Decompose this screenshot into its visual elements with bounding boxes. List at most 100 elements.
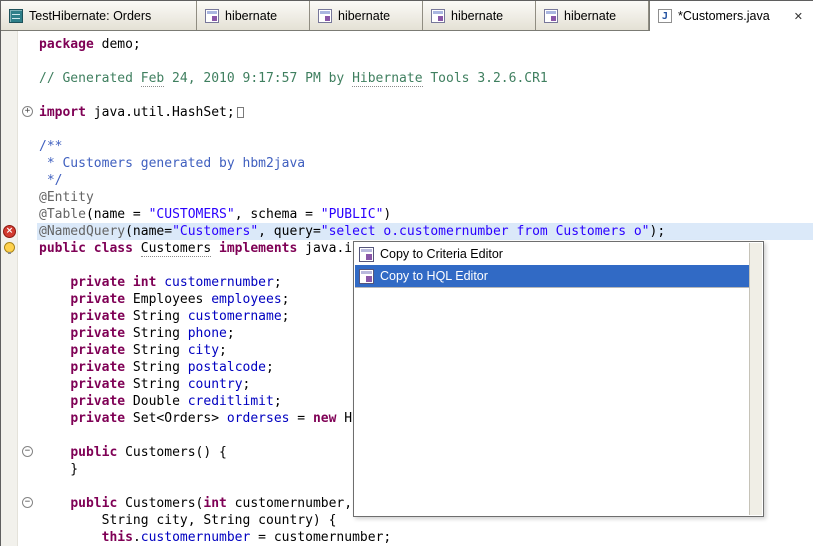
- code-segment: [39, 275, 70, 290]
- editor-tab-bar: TestHibernate: Orders hibernate hibernat…: [1, 0, 813, 31]
- code-line[interactable]: import java.util.HashSet;: [37, 104, 813, 121]
- tab-hibernate-4[interactable]: hibernate: [536, 1, 649, 30]
- code-segment: private: [70, 292, 125, 307]
- fold-collapsed-marker[interactable]: +: [22, 106, 33, 117]
- code-segment: @NamedQuery: [39, 224, 125, 239]
- code-segment: public class: [39, 241, 141, 256]
- code-segment: [39, 394, 70, 409]
- code-segment: (name =: [86, 207, 149, 222]
- code-line[interactable]: /**: [37, 138, 813, 155]
- code-segment: [39, 445, 70, 460]
- code-line[interactable]: * Customers generated by hbm2java: [37, 155, 813, 172]
- code-segment: creditlimit: [188, 394, 274, 409]
- code-segment: package: [39, 37, 94, 52]
- tab-label: hibernate: [451, 9, 503, 23]
- code-segment: ): [383, 207, 391, 222]
- code-segment: "select o.customernumber from Customers …: [321, 224, 650, 239]
- code-segment: this: [102, 530, 133, 545]
- code-segment: Hibernate: [352, 71, 422, 87]
- code-segment: String city, String country) {: [39, 513, 336, 528]
- tab-close-icon[interactable]: ✕: [792, 10, 805, 23]
- tab-hibernate-2[interactable]: hibernate: [310, 1, 423, 30]
- code-segment: Set<Orders>: [125, 411, 227, 426]
- tab-hibernate-1[interactable]: hibernate: [197, 1, 310, 30]
- code-segment: (name=: [125, 224, 172, 239]
- code-segment: ;: [243, 377, 251, 392]
- code-segment: private: [70, 360, 125, 375]
- code-segment: implements: [219, 241, 297, 256]
- code-line[interactable]: */: [37, 172, 813, 189]
- code-line[interactable]: [37, 121, 813, 138]
- code-segment: Customers: [141, 241, 211, 257]
- code-segment: ;: [282, 309, 290, 324]
- eclipse-editor-window: TestHibernate: Orders hibernate hibernat…: [0, 0, 813, 546]
- popup-scrollbar[interactable]: [749, 243, 762, 515]
- gutter[interactable]: + × − −: [1, 31, 37, 546]
- code-segment: Customers() {: [117, 445, 227, 460]
- menu-item-copy-to-criteria-editor[interactable]: Copy to Criteria Editor: [355, 243, 749, 265]
- code-segment: , schema =: [235, 207, 321, 222]
- code-segment: [39, 343, 70, 358]
- tab-hibernate-3[interactable]: hibernate: [423, 1, 536, 30]
- code-line[interactable]: // Generated Feb 24, 2010 9:17:57 PM by …: [37, 70, 813, 87]
- code-segment: orderses: [227, 411, 290, 426]
- code-line[interactable]: @NamedQuery(name="Customers", query="sel…: [37, 223, 813, 240]
- code-segment: ;: [227, 326, 235, 341]
- copy-to-editor-popup: Copy to Criteria Editor Copy to HQL Edit…: [353, 241, 764, 517]
- code-segment: "PUBLIC": [321, 207, 384, 222]
- code-segment: = customernumber;: [250, 530, 391, 545]
- criteria-editor-icon: [359, 247, 374, 262]
- code-segment: // Generated: [39, 71, 141, 86]
- code-line[interactable]: package demo;: [37, 36, 813, 53]
- code-segment: String: [125, 343, 188, 358]
- code-segment: new: [313, 411, 336, 426]
- code-segment: ;: [266, 360, 274, 375]
- error-marker[interactable]: ×: [3, 225, 16, 238]
- menu-item-label: Copy to Criteria Editor: [380, 247, 503, 261]
- code-segment: /**: [39, 139, 62, 154]
- menu-item-copy-to-hql-editor[interactable]: Copy to HQL Editor: [355, 265, 749, 287]
- tab-testhibernate-orders[interactable]: TestHibernate: Orders: [1, 1, 197, 30]
- code-segment: Customers(: [117, 496, 203, 511]
- tab-label: hibernate: [225, 9, 277, 23]
- code-segment: String: [125, 360, 188, 375]
- code-segment: customername: [188, 309, 282, 324]
- code-segment: String: [125, 309, 188, 324]
- code-segment: private: [70, 411, 125, 426]
- code-segment: 24, 2010 9:17:57 PM by: [164, 71, 352, 86]
- code-segment: , query=: [258, 224, 321, 239]
- code-line[interactable]: this.customernumber = customernumber;: [37, 529, 813, 546]
- code-segment: employees: [211, 292, 281, 307]
- code-line[interactable]: @Table(name = "CUSTOMERS", schema = "PUB…: [37, 206, 813, 223]
- code-segment: );: [650, 224, 666, 239]
- code-segment: [39, 530, 102, 545]
- code-segment: }: [39, 462, 78, 477]
- popup-item-list: Copy to Criteria Editor Copy to HQL Edit…: [355, 243, 749, 288]
- code-segment: [39, 292, 70, 307]
- code-segment: =: [289, 411, 312, 426]
- code-segment: public: [70, 445, 117, 460]
- code-segment: * Customers generated by hbm2java: [39, 156, 305, 171]
- code-segment: int: [203, 496, 226, 511]
- menu-item-label: Copy to HQL Editor: [380, 269, 488, 283]
- code-segment: [39, 377, 70, 392]
- code-segment: country: [188, 377, 243, 392]
- code-segment: private: [70, 326, 125, 341]
- code-segment: ;: [219, 343, 227, 358]
- code-segment: java.i: [297, 241, 352, 256]
- code-segment: @Table: [39, 207, 86, 222]
- code-segment: String: [125, 377, 188, 392]
- code-line[interactable]: [37, 87, 813, 104]
- tab-customers-java[interactable]: *Customers.java ✕: [649, 1, 813, 31]
- quickfix-marker[interactable]: [4, 242, 15, 253]
- code-line[interactable]: [37, 53, 813, 70]
- code-segment: [39, 326, 70, 341]
- fold-expanded-marker[interactable]: −: [22, 497, 33, 508]
- code-segment: [39, 496, 70, 511]
- code-segment: city: [188, 343, 219, 358]
- fold-expanded-marker[interactable]: −: [22, 446, 33, 457]
- code-line[interactable]: @Entity: [37, 189, 813, 206]
- code-segment: private: [70, 309, 125, 324]
- code-segment: public: [70, 496, 117, 511]
- code-segment: H: [336, 411, 352, 426]
